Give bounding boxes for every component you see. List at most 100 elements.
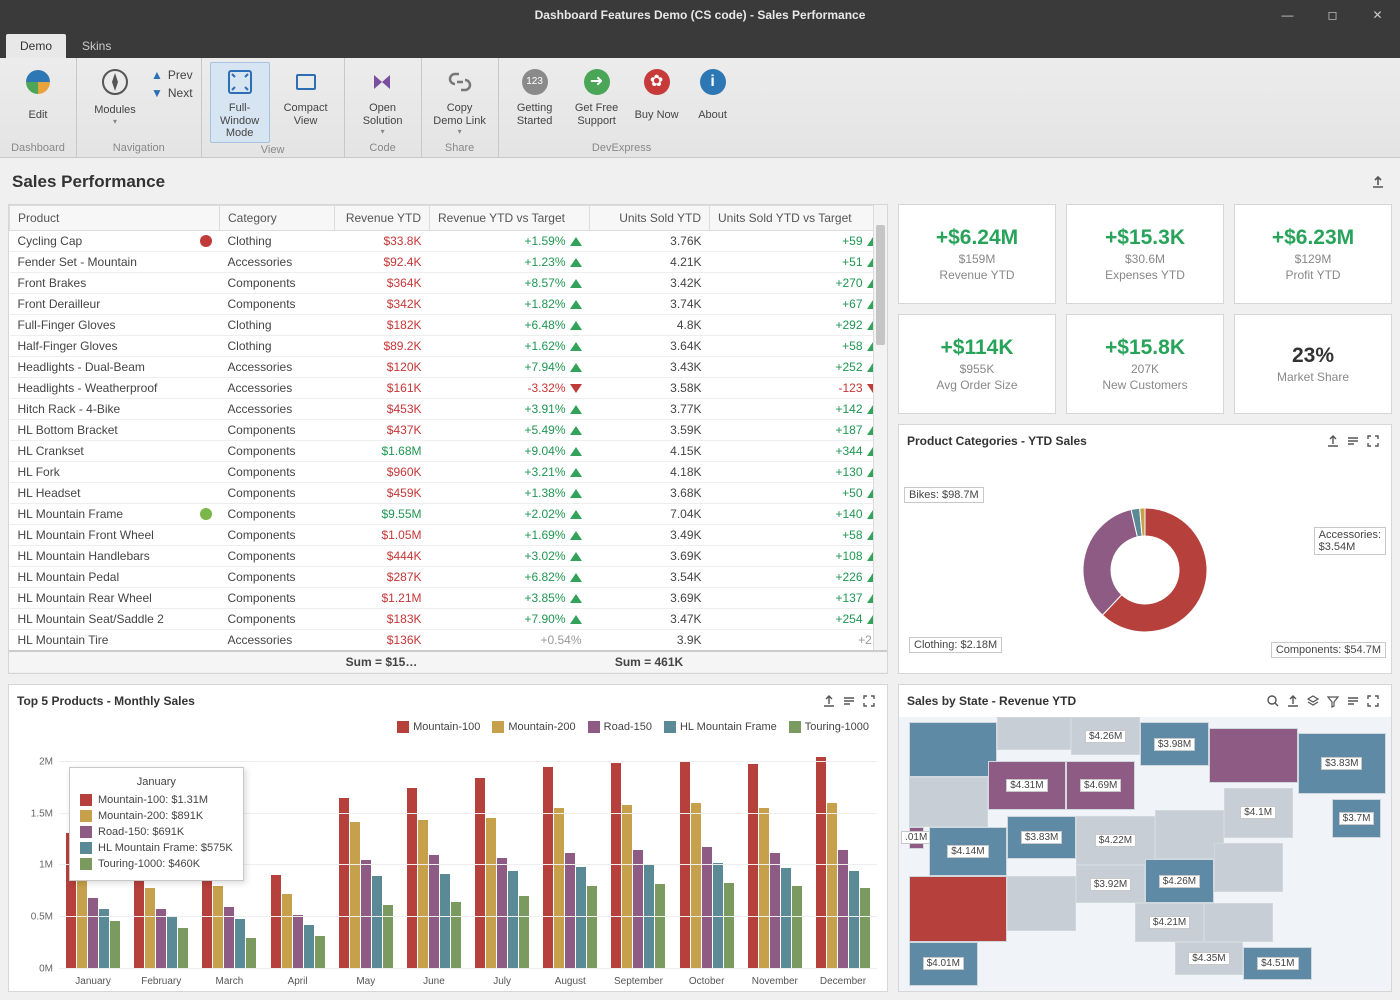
kpi-card[interactable]: +$15.3K$30.6MExpenses YTD <box>1066 204 1224 304</box>
col-units[interactable]: Units Sold YTD <box>590 206 710 231</box>
map-state[interactable] <box>997 717 1071 750</box>
table-row[interactable]: Hitch Rack - 4-Bike Accessories $453K +3… <box>10 399 887 420</box>
donut-label-clothing: Clothing: $2.18M <box>909 637 1002 653</box>
map-state[interactable]: $4.26M <box>1071 717 1140 755</box>
full-window-button[interactable]: Full-Window Mode <box>210 62 270 143</box>
table-row[interactable]: Front Brakes Components $364K +8.57% 3.4… <box>10 273 887 294</box>
map-state[interactable]: $4.21M <box>1135 903 1204 941</box>
donut-drill-icon[interactable] <box>1343 431 1363 451</box>
map-state[interactable] <box>909 722 998 777</box>
table-row[interactable]: Headlights - Dual-Beam Accessories $120K… <box>10 357 887 378</box>
map-search-icon[interactable] <box>1263 691 1283 711</box>
map-layers-icon[interactable] <box>1303 691 1323 711</box>
kpi-card[interactable]: +$6.23M$129MProfit YTD <box>1234 204 1392 304</box>
donut-export-icon[interactable] <box>1323 431 1343 451</box>
link-icon <box>444 66 476 98</box>
tab-demo[interactable]: Demo <box>6 34 66 58</box>
edit-button[interactable]: Edit <box>8 62 68 141</box>
col-product[interactable]: Product <box>10 206 220 231</box>
prev-button[interactable]: ▲Prev <box>151 68 193 82</box>
table-row[interactable]: Front Derailleur Components $342K +1.82%… <box>10 294 887 315</box>
col-revenue[interactable]: Revenue YTD <box>335 206 430 231</box>
kpi-card[interactable]: 23%Market Share <box>1234 314 1392 414</box>
table-row[interactable]: Cycling Cap Clothing $33.8K +1.59% 3.76K… <box>10 231 887 252</box>
map-state[interactable]: $4.1M <box>1224 788 1293 837</box>
map-export-icon[interactable] <box>1283 691 1303 711</box>
map-state[interactable]: .01M <box>909 827 924 849</box>
table-row[interactable]: HL Fork Components $960K +3.21% 4.18K +1… <box>10 462 887 483</box>
modules-button[interactable]: Modules▾ <box>85 62 145 141</box>
next-button[interactable]: ▼Next <box>151 86 193 100</box>
map-state[interactable]: $3.98M <box>1140 722 1209 766</box>
map-state[interactable]: $3.7M <box>1332 799 1381 837</box>
map-state[interactable] <box>1209 728 1298 783</box>
map-state[interactable]: $4.14M <box>929 827 1008 876</box>
donut-title: Product Categories - YTD Sales <box>907 434 1087 448</box>
map-state[interactable]: $3.92M <box>1076 865 1145 903</box>
table-row[interactable]: HL Mountain Pedal Components $287K +6.82… <box>10 567 887 588</box>
open-solution-button[interactable]: Open Solution▾ <box>353 62 413 141</box>
donut-maximize-icon[interactable] <box>1363 431 1383 451</box>
table-row[interactable]: Fender Set - Mountain Accessories $92.4K… <box>10 252 887 273</box>
table-row[interactable]: HL Mountain Handlebars Components $444K … <box>10 546 887 567</box>
table-row[interactable]: Headlights - Weatherproof Accessories $1… <box>10 378 887 399</box>
buy-now-button[interactable]: ✿ Buy Now <box>631 62 683 141</box>
export-icon[interactable] <box>1368 172 1388 192</box>
col-revenue-target[interactable]: Revenue YTD vs Target <box>430 206 590 231</box>
kpi-card[interactable]: +$114K$955KAvg Order Size <box>898 314 1056 414</box>
map-state[interactable]: $4.26M <box>1145 859 1214 903</box>
get-support-button[interactable]: ➜ Get Free Support <box>569 62 625 141</box>
map-state[interactable]: $4.31M <box>988 761 1067 810</box>
grid-scrollbar[interactable] <box>873 205 887 650</box>
kpi-card[interactable]: +$15.8K207KNew Customers <box>1066 314 1224 414</box>
cart-icon: ✿ <box>641 66 673 98</box>
chart-drill-icon[interactable] <box>839 691 859 711</box>
window-maximize-button[interactable]: ◻ <box>1310 0 1355 30</box>
map-state[interactable]: $3.83M <box>1007 816 1076 860</box>
kpi-card[interactable]: +$6.24M$159MRevenue YTD <box>898 204 1056 304</box>
ribbon-group-navigation: Navigation <box>85 141 193 156</box>
map-state[interactable] <box>1007 876 1076 931</box>
map-state[interactable] <box>909 876 1007 942</box>
steps-icon: 123 <box>519 66 551 98</box>
table-row[interactable]: HL Headset Components $459K +1.38% 3.68K… <box>10 483 887 504</box>
map-state[interactable]: $3.83M <box>1298 733 1387 793</box>
map-state[interactable]: $4.22M <box>1076 816 1155 865</box>
table-row[interactable]: HL Mountain Frame Components $9.55M +2.0… <box>10 504 887 525</box>
map-state[interactable] <box>909 777 988 826</box>
about-button[interactable]: i About <box>689 62 737 141</box>
map-maximize-icon[interactable] <box>1363 691 1383 711</box>
col-units-target[interactable]: Units Sold YTD vs Target <box>710 206 887 231</box>
sum-revenue: Sum = $15… <box>334 651 429 673</box>
getting-started-button[interactable]: 123 Getting Started <box>507 62 563 141</box>
table-row[interactable]: HL Mountain Rear Wheel Components $1.21M… <box>10 588 887 609</box>
col-category[interactable]: Category <box>220 206 335 231</box>
map-state[interactable] <box>1214 843 1283 892</box>
map-state[interactable]: $4.51M <box>1243 947 1312 980</box>
map-filter-icon[interactable] <box>1323 691 1343 711</box>
chart-export-icon[interactable] <box>819 691 839 711</box>
chart-maximize-icon[interactable] <box>859 691 879 711</box>
sales-map[interactable]: $4.26M$3.98M$4.31M$4.69M$3.83M.01M$4.14M… <box>899 717 1391 991</box>
window-minimize-button[interactable]: — <box>1265 0 1310 30</box>
table-row[interactable]: HL Mountain Seat/Saddle 2 Components $18… <box>10 609 887 630</box>
map-state[interactable]: $4.69M <box>1066 761 1135 810</box>
table-row[interactable]: Full-Finger Gloves Clothing $182K +6.48%… <box>10 315 887 336</box>
tab-skins[interactable]: Skins <box>68 34 125 58</box>
top5-chart[interactable]: 0M0.5M1M1.5M2M JanuaryFebruaryMarchApril… <box>9 737 887 991</box>
fullscreen-icon <box>224 66 256 98</box>
map-state[interactable]: $4.01M <box>909 942 978 986</box>
compact-view-button[interactable]: Compact View <box>276 62 336 143</box>
copy-link-button[interactable]: Copy Demo Link▾ <box>430 62 490 141</box>
map-state[interactable]: $4.35M <box>1175 942 1244 975</box>
table-row[interactable]: HL Mountain Front Wheel Components $1.05… <box>10 525 887 546</box>
map-drill-icon[interactable] <box>1343 691 1363 711</box>
table-row[interactable]: HL Crankset Components $1.68M +9.04% 4.1… <box>10 441 887 462</box>
map-state[interactable] <box>1204 903 1273 941</box>
table-row[interactable]: HL Bottom Bracket Components $437K +5.49… <box>10 420 887 441</box>
table-row[interactable]: Half-Finger Gloves Clothing $89.2K +1.62… <box>10 336 887 357</box>
table-row[interactable]: HL Mountain Tire Accessories $136K +0.54… <box>10 630 887 651</box>
donut-chart[interactable]: Bikes: $98.7M Accessories:$3.54M Clothin… <box>899 457 1391 673</box>
window-close-button[interactable]: ✕ <box>1355 0 1400 30</box>
ribbon-group-devexpress: DevExpress <box>507 141 737 156</box>
